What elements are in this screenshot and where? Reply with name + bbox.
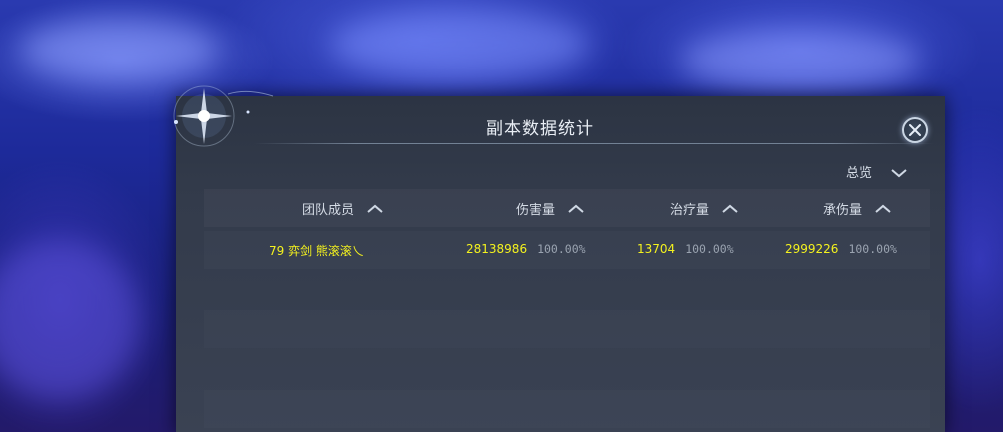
star-ornament-icon (173, 85, 274, 147)
close-button[interactable] (902, 117, 928, 143)
column-label: 承伤量 (823, 203, 863, 218)
column-header-member[interactable]: 团队成员 (302, 199, 384, 218)
column-header-damage[interactable]: 伤害量 (516, 199, 585, 218)
column-label: 伤害量 (516, 203, 556, 218)
taken-percent: 100.00% (848, 242, 897, 256)
sort-up-icon (875, 204, 891, 213)
taken-value: 2999226 (785, 242, 839, 256)
empty-row (204, 310, 930, 348)
background-cloud (0, 240, 140, 400)
damage-percent: 100.00% (537, 242, 586, 256)
sort-up-icon (568, 204, 584, 213)
damage-cell: 28138986 100.00% (466, 242, 586, 256)
sort-up-icon (722, 204, 738, 213)
title-divider (254, 143, 934, 144)
column-label: 团队成员 (302, 203, 355, 218)
healing-value: 13704 (637, 242, 676, 256)
empty-row (204, 390, 930, 428)
damage-value: 28138986 (466, 242, 528, 256)
member-name: 79 弈剑 熊滚滚乀 (269, 244, 364, 258)
close-icon (909, 124, 921, 136)
overview-dropdown[interactable]: 总览 (846, 162, 908, 181)
column-label: 治疗量 (670, 203, 710, 218)
healing-cell: 13704 100.00% (637, 242, 734, 256)
overview-label: 总览 (846, 166, 873, 181)
panel-title: 副本数据统计 (486, 119, 594, 139)
taken-cell: 2999226 100.00% (785, 242, 897, 256)
healing-percent: 100.00% (685, 242, 734, 256)
column-header-damage-taken[interactable]: 承伤量 (823, 199, 892, 218)
sort-up-icon (367, 204, 383, 213)
background-cloud (330, 10, 590, 80)
column-header-healing[interactable]: 治疗量 (670, 199, 739, 218)
background-cloud (20, 20, 220, 80)
background-cloud (680, 30, 920, 90)
chevron-down-icon (891, 168, 907, 177)
